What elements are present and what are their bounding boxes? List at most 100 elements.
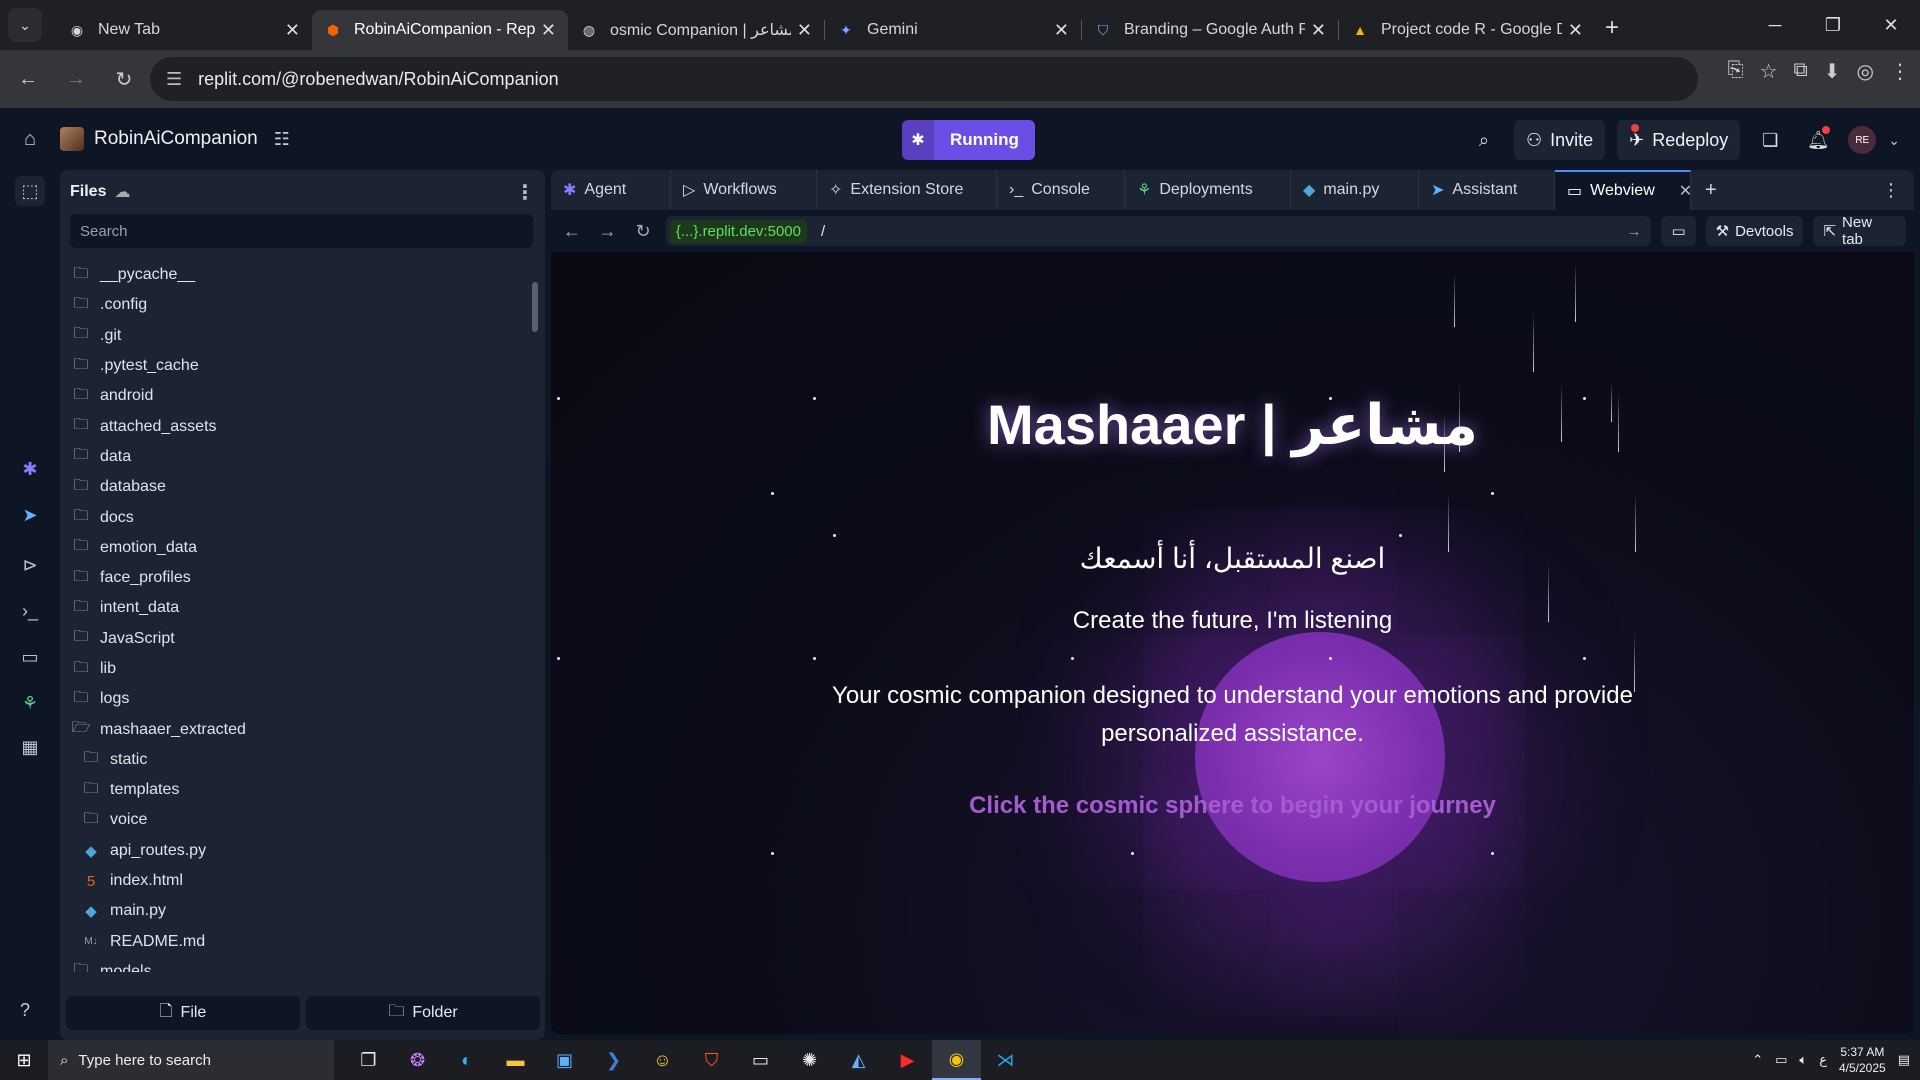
scrollbar-thumb[interactable]	[532, 282, 538, 332]
extensions-icon[interactable]: ⧉	[1794, 59, 1808, 84]
file-tree-item[interactable]: 🗀︎ .git	[60, 321, 530, 351]
file-tree-item[interactable]: 🗀︎ JavaScript	[60, 624, 530, 654]
devtools-button[interactable]: ⚒ Devtools	[1705, 216, 1804, 246]
file-search-input[interactable]: Search	[70, 214, 533, 248]
emoji-app-icon[interactable]: ☺	[638, 1040, 687, 1080]
file-tree-item[interactable]: 🗀︎ templates	[60, 775, 530, 805]
restore-icon[interactable]: ❐	[1804, 0, 1862, 50]
tab-webview[interactable]: ▭ Webview ✕	[1555, 170, 1692, 210]
clock[interactable]: 5:37 AM 4/5/2025	[1839, 1044, 1886, 1076]
run-button[interactable]: ✱ Running	[902, 120, 1035, 160]
file-tree-scrollbar[interactable]	[530, 262, 540, 974]
tab-workflows[interactable]: ▷ Workflows	[671, 170, 817, 210]
browser-tab-active[interactable]: ⬢ RobinAiCompanion - Repl ✕	[312, 10, 568, 50]
task-view-icon[interactable]: ❐	[344, 1040, 393, 1080]
device-toggle-button[interactable]: ▭	[1661, 216, 1696, 246]
file-tree-item[interactable]: 🗀︎ attached_assets	[60, 411, 530, 441]
go-arrow-icon[interactable]: →	[1626, 223, 1641, 240]
file-tree-item[interactable]: 🗀︎ logs	[60, 684, 530, 714]
close-icon[interactable]: ✕	[1568, 20, 1583, 41]
shell-icon[interactable]: ⊳	[15, 550, 45, 580]
monitor-icon[interactable]: ▭	[15, 642, 45, 672]
network-icon[interactable]: ▭	[1775, 1052, 1787, 1068]
browser-tab[interactable]: ◍ osmic Companion | مشاعر ✕	[568, 10, 824, 50]
chevron-up-icon[interactable]: ⌃	[1752, 1052, 1763, 1068]
brave-icon[interactable]: ⛉	[687, 1040, 736, 1080]
deploy-icon[interactable]: ⚘	[15, 688, 45, 718]
bookmark-star-icon[interactable]: ☆	[1760, 59, 1778, 84]
database-icon[interactable]: ☷	[274, 129, 290, 150]
terminal-icon[interactable]: ›_	[15, 596, 45, 626]
store-icon[interactable]: ▣	[540, 1040, 589, 1080]
project-name[interactable]: RobinAiCompanion	[94, 128, 258, 150]
back-icon[interactable]: ←	[559, 221, 585, 242]
file-tree-item[interactable]: 5 index.html	[60, 866, 530, 896]
close-icon[interactable]: ✕	[797, 20, 812, 41]
file-tree-item[interactable]: ◆ main.py	[60, 896, 530, 926]
tab-extension-store[interactable]: ✧ Extension Store	[817, 170, 997, 210]
browser-tab[interactable]: ✦ Gemini ✕	[825, 10, 1081, 50]
site-info-icon[interactable]: ☰	[166, 69, 182, 90]
search-icon[interactable]: ⌕	[1466, 120, 1502, 160]
file-tree-item[interactable]: 🗀︎ static	[60, 745, 530, 775]
browser-tab[interactable]: ▲ Project code R - Google D ✕	[1339, 10, 1595, 50]
agent-icon[interactable]: ✱	[15, 454, 45, 484]
file-tree-item[interactable]: 🗀︎ docs	[60, 502, 530, 532]
bell-icon[interactable]: 🔔︎	[1800, 120, 1836, 160]
redeploy-button[interactable]: ✈ Redeploy	[1617, 120, 1741, 160]
forward-icon[interactable]: →	[595, 221, 621, 242]
webview-url-input[interactable]: {...}.replit.dev:5000 / →	[665, 216, 1652, 246]
copy-icon[interactable]: ❏	[1752, 120, 1788, 160]
copilot-icon[interactable]: ❂	[393, 1040, 442, 1080]
help-icon[interactable]: ?	[20, 1000, 30, 1021]
tab-main-py[interactable]: ◆ main.py	[1291, 170, 1419, 210]
close-icon[interactable]: ✕	[285, 20, 300, 41]
file-tree-item[interactable]: 🗀︎ __pycache__	[60, 260, 530, 290]
address-bar[interactable]: ☰ replit.com/@robenedwan/RobinAiCompanio…	[150, 57, 1698, 101]
close-icon[interactable]: ✕	[541, 20, 556, 41]
windows-start-icon[interactable]: ⊞	[0, 1050, 48, 1071]
call-to-action[interactable]: Click the cosmic sphere to begin your jo…	[551, 792, 1914, 820]
pane-menu-icon[interactable]: ⋮	[1882, 180, 1900, 201]
forward-icon[interactable]: →	[56, 59, 96, 99]
chrome-taskbar-icon[interactable]: ◉	[932, 1040, 981, 1080]
tab-console[interactable]: ›_ Console	[997, 170, 1125, 210]
close-icon[interactable]: ✕	[1311, 20, 1326, 41]
vscode-icon[interactable]: ⋊	[981, 1040, 1030, 1080]
file-tree-item[interactable]: 🗀︎ emotion_data	[60, 533, 530, 563]
browser-tab[interactable]: ⛉ Branding – Google Auth P ✕	[1082, 10, 1338, 50]
files-icon[interactable]: ⬚	[15, 176, 45, 206]
file-tree-item[interactable]: M↓ README.md	[60, 927, 530, 957]
add-tab-icon[interactable]: +	[1705, 179, 1717, 202]
menu-kebab-icon[interactable]: ⋮	[1890, 59, 1910, 84]
reload-icon[interactable]: ↻	[630, 221, 656, 242]
tab-deployments[interactable]: ⚘ Deployments	[1125, 170, 1291, 210]
close-window-icon[interactable]: ✕	[1862, 0, 1920, 50]
edge-icon[interactable]: ◐	[442, 1040, 491, 1080]
language-icon[interactable]: ع	[1819, 1052, 1827, 1068]
powershell-icon[interactable]: ❯	[589, 1040, 638, 1080]
assistant-icon[interactable]: ➤	[15, 500, 45, 530]
file-tree-item[interactable]: 🗀︎ database	[60, 472, 530, 502]
file-explorer-icon[interactable]: ▬	[491, 1040, 540, 1080]
reload-icon[interactable]: ↻	[104, 59, 144, 99]
profile-icon[interactable]: ◎	[1857, 59, 1874, 84]
file-tree-item[interactable]: 🗀︎ voice	[60, 805, 530, 835]
avatar[interactable]: RE	[1848, 126, 1877, 154]
notifications-icon[interactable]: ▤	[1898, 1052, 1910, 1068]
new-tab-button[interactable]: +	[1605, 14, 1619, 42]
tab-agent[interactable]: ✱ Agent	[551, 170, 671, 210]
close-icon[interactable]: ✕	[1054, 20, 1069, 41]
app-icon[interactable]: ◭	[834, 1040, 883, 1080]
invite-button[interactable]: ⚇ Invite	[1513, 120, 1606, 160]
taskbar-search-input[interactable]: ⌕ Type here to search	[48, 1040, 334, 1080]
apps-grid-icon[interactable]: ▦	[15, 732, 45, 762]
chevron-down-icon[interactable]: ⌄	[1888, 132, 1900, 149]
cosmic-sphere[interactable]	[1195, 632, 1445, 882]
file-tree-item[interactable]: ◆ api_routes.py	[60, 836, 530, 866]
tab-search-button[interactable]: ⌄	[8, 8, 42, 42]
file-tree-item[interactable]: 🗀︎ lib	[60, 654, 530, 684]
back-icon[interactable]: ←	[8, 59, 48, 99]
file-tree-item[interactable]: 🗀︎ models	[60, 957, 530, 972]
file-tree-item[interactable]: 🗀︎ data	[60, 442, 530, 472]
